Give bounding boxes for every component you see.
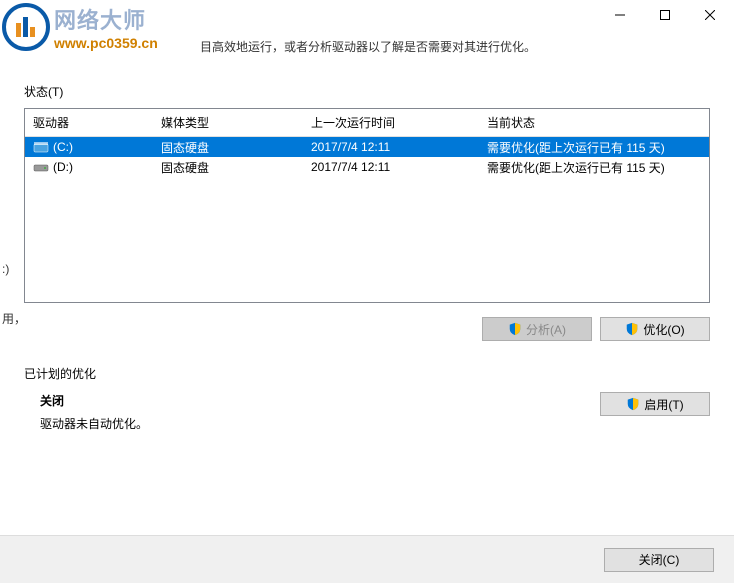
close-button[interactable] [687, 0, 732, 30]
status-label: 状态(T) [0, 83, 734, 100]
dialog-footer: 关闭(C) [0, 535, 734, 583]
enable-label: 启用(T) [644, 396, 683, 413]
shield-icon [626, 397, 640, 411]
analyze-label: 分析(A) [526, 321, 566, 338]
optimize-label: 优化(O) [643, 321, 684, 338]
enable-button[interactable]: 启用(T) [600, 392, 710, 416]
watermark-logo-icon [2, 3, 50, 51]
drive-name: (D:) [53, 160, 73, 174]
table-header: 驱动器 媒体类型 上一次运行时间 当前状态 [25, 109, 709, 137]
column-media[interactable]: 媒体类型 [153, 109, 303, 136]
watermark: 网络大师 www.pc0359.cn [2, 2, 197, 52]
column-drive[interactable]: 驱动器 [25, 109, 153, 136]
drive-icon [33, 161, 49, 173]
close-label: 关闭(C) [639, 551, 680, 568]
background-fragment: :) 用， [0, 260, 28, 359]
media-type: 固态硬盘 [161, 159, 209, 176]
shield-icon [508, 322, 522, 336]
column-status[interactable]: 当前状态 [479, 109, 709, 136]
media-type: 固态硬盘 [161, 139, 209, 156]
table-row[interactable]: (D:) 固态硬盘 2017/7/4 12:11 需要优化(距上次运行已有 115 天… [25, 157, 709, 177]
last-run: 2017/7/4 12:11 [311, 160, 390, 174]
drives-table: 驱动器 媒体类型 上一次运行时间 当前状态 (C:) 固态硬盘 2017/7/4 1… [24, 108, 710, 303]
shield-icon [625, 322, 639, 336]
column-last-run[interactable]: 上一次运行时间 [303, 109, 479, 136]
analyze-button[interactable]: 分析(A) [482, 317, 592, 341]
minimize-button[interactable] [597, 0, 642, 30]
drive-icon [33, 141, 49, 153]
maximize-button[interactable] [642, 0, 687, 30]
optimize-button[interactable]: 优化(O) [600, 317, 710, 341]
current-status: 需要优化(距上次运行已有 115 天) [487, 139, 665, 156]
watermark-title: 网络大师 [54, 3, 158, 35]
schedule-status-sub: 驱动器未自动优化。 [40, 415, 148, 432]
schedule-label: 已计划的优化 [24, 365, 710, 382]
schedule-status-title: 关闭 [40, 392, 148, 409]
close-dialog-button[interactable]: 关闭(C) [604, 548, 714, 572]
last-run: 2017/7/4 12:11 [311, 140, 390, 154]
current-status: 需要优化(距上次运行已有 115 天) [487, 159, 665, 176]
table-row[interactable]: (C:) 固态硬盘 2017/7/4 12:11 需要优化(距上次运行已有 115 天… [25, 137, 709, 157]
drive-name: (C:) [53, 140, 73, 154]
watermark-url: www.pc0359.cn [54, 35, 158, 51]
